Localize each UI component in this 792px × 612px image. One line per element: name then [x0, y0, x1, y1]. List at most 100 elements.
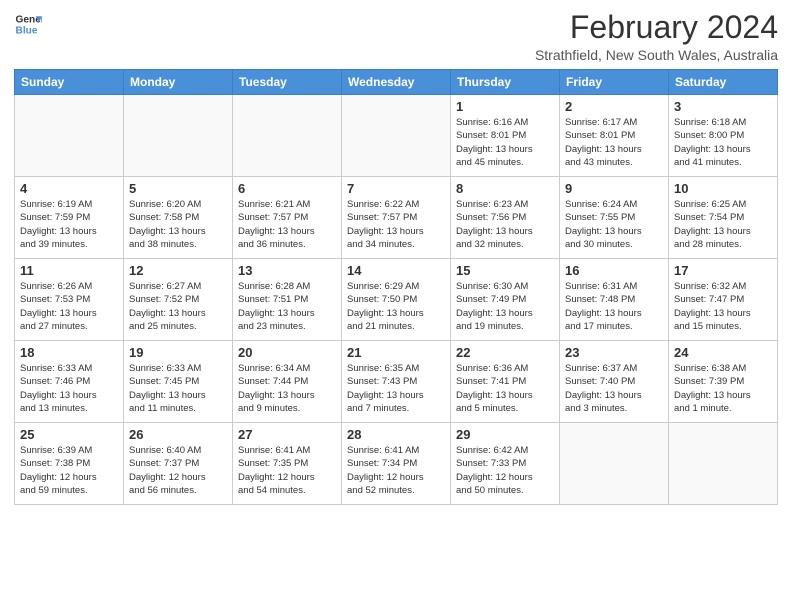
day-info: Sunrise: 6:30 AMSunset: 7:49 PMDaylight:… [456, 280, 554, 333]
calendar-cell [233, 95, 342, 177]
calendar-week-5: 25Sunrise: 6:39 AMSunset: 7:38 PMDayligh… [15, 423, 778, 505]
calendar-cell: 2 Sunrise: 6:17 AMSunset: 8:01 PMDaylight… [560, 95, 669, 177]
calendar-week-2: 4 Sunrise: 6:19 AMSunset: 7:59 PMDaylight… [15, 177, 778, 259]
calendar-cell: 11 Sunrise: 6:26 AMSunset: 7:53 PMDayligh… [15, 259, 124, 341]
calendar-cell: 17 Sunrise: 6:32 AMSunset: 7:47 PMDayligh… [669, 259, 778, 341]
day-info: Sunrise: 6:35 AMSunset: 7:43 PMDaylight:… [347, 362, 445, 415]
calendar-cell: 1Sunrise: 6:16 AMSunset: 8:01 PMDaylight… [451, 95, 560, 177]
day-number: 8 [456, 181, 554, 196]
day-number: 6 [238, 181, 336, 196]
day-info: Sunrise: 6:32 AMSunset: 7:47 PMDaylight:… [674, 280, 772, 333]
day-number: 16 [565, 263, 663, 278]
day-number: 13 [238, 263, 336, 278]
day-info: Sunrise: 6:25 AMSunset: 7:54 PMDaylight:… [674, 198, 772, 251]
calendar-cell: 22 Sunrise: 6:36 AMSunset: 7:41 PMDayligh… [451, 341, 560, 423]
calendar-cell: 6Sunrise: 6:21 AMSunset: 7:57 PMDaylight… [233, 177, 342, 259]
day-number: 9 [565, 181, 663, 196]
day-info: Sunrise: 6:36 AMSunset: 7:41 PMDaylight:… [456, 362, 554, 415]
calendar-cell: 3 Sunrise: 6:18 AMSunset: 8:00 PMDaylight… [669, 95, 778, 177]
calendar-cell: 20 Sunrise: 6:34 AMSunset: 7:44 PMDayligh… [233, 341, 342, 423]
day-number: 20 [238, 345, 336, 360]
day-info: Sunrise: 6:18 AMSunset: 8:00 PMDaylight:… [674, 116, 772, 169]
day-info: Sunrise: 6:42 AMSunset: 7:33 PMDaylight:… [456, 444, 554, 497]
day-number: 1 [456, 99, 554, 114]
calendar-cell [124, 95, 233, 177]
calendar-cell: 15 Sunrise: 6:30 AMSunset: 7:49 PMDayligh… [451, 259, 560, 341]
calendar-table: SundayMondayTuesdayWednesdayThursdayFrid… [14, 69, 778, 505]
day-info: Sunrise: 6:23 AMSunset: 7:56 PMDaylight:… [456, 198, 554, 251]
calendar-cell: 24 Sunrise: 6:38 AMSunset: 7:39 PMDayligh… [669, 341, 778, 423]
day-info: Sunrise: 6:27 AMSunset: 7:52 PMDaylight:… [129, 280, 227, 333]
day-number: 3 [674, 99, 772, 114]
day-info: Sunrise: 6:39 AMSunset: 7:38 PMDaylight:… [20, 444, 118, 497]
calendar-cell: 19 Sunrise: 6:33 AMSunset: 7:45 PMDayligh… [124, 341, 233, 423]
weekday-header-thursday: Thursday [451, 70, 560, 95]
day-number: 5 [129, 181, 227, 196]
day-number: 17 [674, 263, 772, 278]
day-info: Sunrise: 6:34 AMSunset: 7:44 PMDaylight:… [238, 362, 336, 415]
header: General Blue February 2024 Strathfield, … [14, 10, 778, 63]
calendar-cell: 8 Sunrise: 6:23 AMSunset: 7:56 PMDaylight… [451, 177, 560, 259]
day-number: 10 [674, 181, 772, 196]
calendar-cell [560, 423, 669, 505]
day-info: Sunrise: 6:38 AMSunset: 7:39 PMDaylight:… [674, 362, 772, 415]
calendar-cell: 27 Sunrise: 6:41 AMSunset: 7:35 PMDayligh… [233, 423, 342, 505]
calendar-cell: 5 Sunrise: 6:20 AMSunset: 7:58 PMDaylight… [124, 177, 233, 259]
day-number: 28 [347, 427, 445, 442]
calendar-week-4: 18Sunrise: 6:33 AMSunset: 7:46 PMDayligh… [15, 341, 778, 423]
weekday-header-friday: Friday [560, 70, 669, 95]
calendar-cell: 16 Sunrise: 6:31 AMSunset: 7:48 PMDayligh… [560, 259, 669, 341]
calendar-cell: 7 Sunrise: 6:22 AMSunset: 7:57 PMDaylight… [342, 177, 451, 259]
day-info: Sunrise: 6:17 AMSunset: 8:01 PMDaylight:… [565, 116, 663, 169]
calendar-cell: 25Sunrise: 6:39 AMSunset: 7:38 PMDayligh… [15, 423, 124, 505]
logo: General Blue [14, 10, 42, 38]
day-number: 26 [129, 427, 227, 442]
weekday-header-sunday: Sunday [15, 70, 124, 95]
calendar-cell: 12Sunrise: 6:27 AMSunset: 7:52 PMDayligh… [124, 259, 233, 341]
day-info: Sunrise: 6:29 AMSunset: 7:50 PMDaylight:… [347, 280, 445, 333]
svg-text:Blue: Blue [16, 25, 38, 36]
calendar-cell: 26Sunrise: 6:40 AMSunset: 7:37 PMDayligh… [124, 423, 233, 505]
day-info: Sunrise: 6:37 AMSunset: 7:40 PMDaylight:… [565, 362, 663, 415]
day-info: Sunrise: 6:20 AMSunset: 7:58 PMDaylight:… [129, 198, 227, 251]
day-info: Sunrise: 6:22 AMSunset: 7:57 PMDaylight:… [347, 198, 445, 251]
weekday-header-monday: Monday [124, 70, 233, 95]
day-info: Sunrise: 6:26 AMSunset: 7:53 PMDaylight:… [20, 280, 118, 333]
calendar-cell: 10 Sunrise: 6:25 AMSunset: 7:54 PMDayligh… [669, 177, 778, 259]
calendar-cell: 29Sunrise: 6:42 AMSunset: 7:33 PMDayligh… [451, 423, 560, 505]
calendar-cell [669, 423, 778, 505]
calendar-cell: 14 Sunrise: 6:29 AMSunset: 7:50 PMDayligh… [342, 259, 451, 341]
day-number: 23 [565, 345, 663, 360]
calendar-cell: 18Sunrise: 6:33 AMSunset: 7:46 PMDayligh… [15, 341, 124, 423]
calendar-cell [342, 95, 451, 177]
weekday-header-saturday: Saturday [669, 70, 778, 95]
title-block: February 2024 Strathfield, New South Wal… [535, 10, 778, 63]
page: General Blue February 2024 Strathfield, … [0, 0, 792, 612]
day-info: Sunrise: 6:41 AMSunset: 7:35 PMDaylight:… [238, 444, 336, 497]
day-number: 2 [565, 99, 663, 114]
day-number: 19 [129, 345, 227, 360]
day-info: Sunrise: 6:24 AMSunset: 7:55 PMDaylight:… [565, 198, 663, 251]
subtitle: Strathfield, New South Wales, Australia [535, 47, 778, 63]
calendar-cell: 21 Sunrise: 6:35 AMSunset: 7:43 PMDayligh… [342, 341, 451, 423]
day-number: 24 [674, 345, 772, 360]
calendar-cell [15, 95, 124, 177]
day-number: 4 [20, 181, 118, 196]
day-number: 11 [20, 263, 118, 278]
day-info: Sunrise: 6:31 AMSunset: 7:48 PMDaylight:… [565, 280, 663, 333]
day-number: 14 [347, 263, 445, 278]
weekday-header-tuesday: Tuesday [233, 70, 342, 95]
day-number: 7 [347, 181, 445, 196]
calendar-cell: 13Sunrise: 6:28 AMSunset: 7:51 PMDayligh… [233, 259, 342, 341]
calendar-cell: 28 Sunrise: 6:41 AMSunset: 7:34 PMDayligh… [342, 423, 451, 505]
day-info: Sunrise: 6:41 AMSunset: 7:34 PMDaylight:… [347, 444, 445, 497]
day-number: 21 [347, 345, 445, 360]
weekday-header-wednesday: Wednesday [342, 70, 451, 95]
day-info: Sunrise: 6:19 AMSunset: 7:59 PMDaylight:… [20, 198, 118, 251]
day-number: 15 [456, 263, 554, 278]
calendar-cell: 23 Sunrise: 6:37 AMSunset: 7:40 PMDayligh… [560, 341, 669, 423]
logo-icon: General Blue [14, 10, 42, 38]
day-number: 27 [238, 427, 336, 442]
day-info: Sunrise: 6:33 AMSunset: 7:45 PMDaylight:… [129, 362, 227, 415]
day-number: 22 [456, 345, 554, 360]
